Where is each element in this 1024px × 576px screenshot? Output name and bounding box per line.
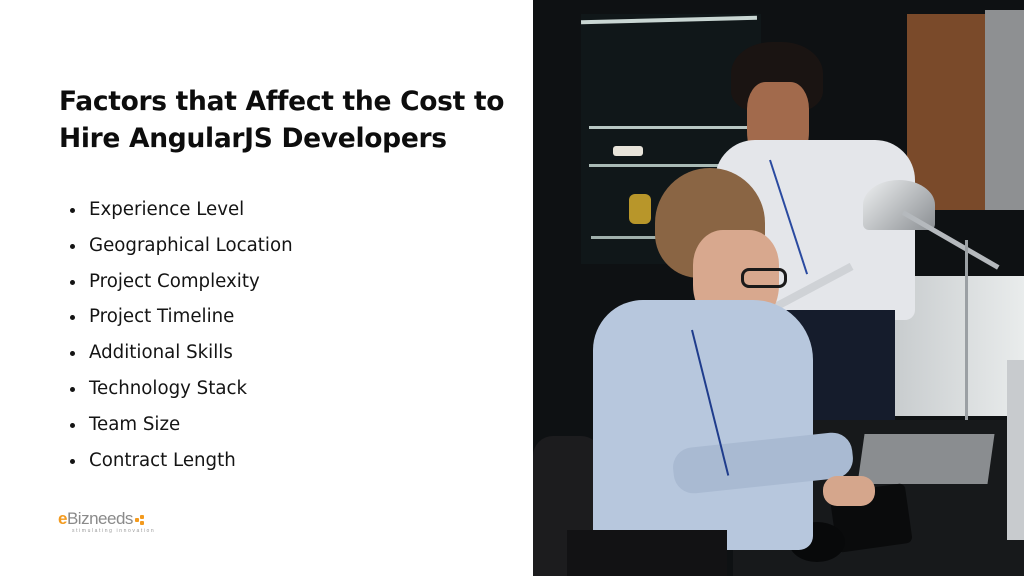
shelf-light xyxy=(589,126,759,129)
woman-hand xyxy=(823,476,875,506)
factor-label: Project Complexity xyxy=(89,270,260,292)
factor-label: Geographical Location xyxy=(89,234,293,256)
woman-skirt xyxy=(567,530,727,576)
list-item: Experience Level xyxy=(70,194,293,230)
bullet-icon xyxy=(70,458,75,464)
factors-list: Experience Level Geographical Location P… xyxy=(70,194,293,480)
factor-label: Team Size xyxy=(89,413,181,435)
list-item: Team Size xyxy=(70,409,293,445)
factor-label: Additional Skills xyxy=(89,342,233,364)
list-item: Contract Length xyxy=(70,445,293,481)
woman-shirt xyxy=(593,300,813,550)
desk-papers xyxy=(857,434,995,484)
bullet-icon xyxy=(70,315,75,321)
logo-tagline: stimulating innovation xyxy=(72,528,156,534)
list-item: Geographical Location xyxy=(70,230,293,266)
woman-glasses xyxy=(741,268,787,288)
shelf-light xyxy=(591,236,661,239)
logo-connector-icon xyxy=(134,514,145,525)
bullet-icon xyxy=(70,279,75,285)
list-item: Additional Skills xyxy=(70,337,293,373)
list-item: Technology Stack xyxy=(70,373,293,409)
list-item: Project Timeline xyxy=(70,301,293,337)
bullet-icon xyxy=(70,351,75,357)
bullet-icon xyxy=(70,243,75,249)
bullet-icon xyxy=(70,386,75,392)
bullet-icon xyxy=(70,208,75,213)
logo-wordmark: eBizneeds xyxy=(58,510,155,527)
slide-title: Factors that Affect the Cost to Hire Ang… xyxy=(59,86,505,154)
factor-label: Technology Stack xyxy=(89,377,248,399)
list-item: Project Complexity xyxy=(70,266,293,302)
text-panel: Factors that Affect the Cost to Hire Ang… xyxy=(0,0,533,576)
factor-label: Contract Length xyxy=(89,449,236,471)
gold-figurine xyxy=(629,194,651,224)
ebizneeds-logo: eBizneeds stimulating innovation xyxy=(58,510,155,534)
office-photo xyxy=(533,0,1024,576)
dog-figurine xyxy=(613,146,643,156)
factor-label: Experience Level xyxy=(89,199,245,220)
wall-art-brown xyxy=(907,14,985,210)
monitor-edge xyxy=(1007,360,1024,540)
bullet-icon xyxy=(70,422,75,428)
desk-lamp-arm xyxy=(901,210,1000,270)
factor-label: Project Timeline xyxy=(89,306,235,328)
wall-art-grey xyxy=(985,10,1024,210)
